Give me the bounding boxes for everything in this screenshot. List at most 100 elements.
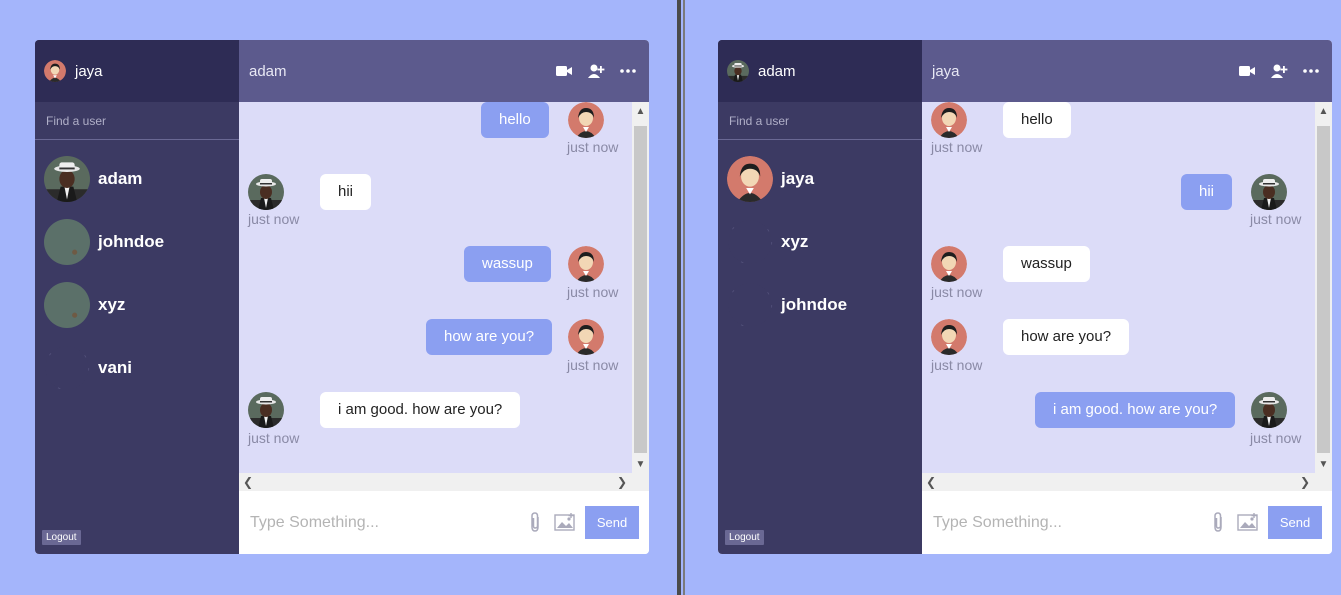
user-item-jaya[interactable]: jaya	[718, 147, 922, 210]
avatar	[568, 246, 604, 282]
chat-title: jaya	[932, 62, 960, 80]
image-icon[interactable]	[554, 512, 576, 532]
female-avatar-icon	[931, 246, 967, 282]
vertical-scrollbar[interactable]: ▲ ▼	[1315, 102, 1332, 473]
scroll-right-icon[interactable]: ❯	[617, 475, 627, 489]
message-input[interactable]	[250, 513, 510, 532]
male-hat-avatar-icon	[1251, 392, 1287, 428]
video-camera-icon[interactable]	[555, 62, 573, 80]
paperclip-icon[interactable]	[527, 511, 543, 533]
avatar	[44, 218, 90, 265]
vertical-scrollbar[interactable]: ▲ ▼	[632, 102, 649, 473]
message-bubble: hello	[1003, 102, 1071, 138]
blurry-photo-avatar-icon	[44, 218, 90, 265]
message-bubble: wassup	[464, 246, 551, 282]
user-name: xyz	[781, 231, 809, 251]
message-list[interactable]: hello just now just now hii wassup just …	[239, 102, 649, 473]
message-bubble: i am good. how are you?	[1035, 392, 1236, 428]
scroll-left-icon[interactable]: ❮	[926, 475, 936, 489]
female-avatar-icon	[931, 319, 967, 355]
male-hat-avatar-icon	[44, 155, 90, 202]
avatar	[727, 282, 773, 328]
message-input[interactable]	[933, 513, 1193, 532]
avatar	[931, 319, 967, 355]
find-user-input[interactable]	[46, 113, 226, 128]
send-button[interactable]: Send	[1268, 506, 1322, 539]
avatar	[727, 155, 773, 202]
avatar	[568, 102, 604, 138]
scrollbar-thumb[interactable]	[1317, 126, 1330, 453]
chat-header: adam	[239, 40, 649, 102]
chat-panel: adam hello just now just now hii wassup …	[239, 40, 649, 554]
female-avatar-icon	[931, 102, 967, 138]
user-list: adam johndoe xyz vani	[35, 140, 239, 399]
message-bubble: hii	[1181, 174, 1233, 210]
message-time: just now	[567, 357, 619, 373]
chat-window-adam: adam jaya xyz johndoe Logout jaya	[718, 40, 1332, 554]
current-user-name: adam	[758, 62, 796, 80]
more-options-icon[interactable]	[619, 62, 637, 80]
current-user-header: jaya	[35, 40, 239, 102]
add-user-icon[interactable]	[587, 62, 605, 80]
search-bar	[35, 102, 239, 140]
female-avatar-icon	[568, 246, 604, 282]
logout-button[interactable]: Logout	[42, 530, 81, 545]
paperclip-icon[interactable]	[1210, 511, 1226, 533]
empty-avatar-icon	[44, 345, 90, 390]
horizontal-scrollbar[interactable]: ❮ ❯	[239, 473, 649, 491]
message-time: just now	[1250, 430, 1302, 446]
user-item-johndoe[interactable]: johndoe	[35, 210, 239, 273]
user-name: jaya	[781, 168, 815, 188]
avatar	[727, 219, 773, 265]
scrollbar-thumb[interactable]	[634, 126, 647, 453]
message-time: just now	[248, 430, 300, 446]
more-options-icon[interactable]	[1302, 62, 1320, 80]
avatar	[1251, 174, 1287, 210]
avatar	[44, 281, 90, 328]
user-item-johndoe[interactable]: johndoe	[718, 273, 922, 336]
window-divider	[675, 0, 691, 595]
find-user-input[interactable]	[729, 113, 909, 128]
user-name: johndoe	[781, 294, 848, 314]
blurry-photo-avatar-icon	[44, 281, 90, 328]
scroll-up-icon[interactable]: ▲	[635, 106, 646, 117]
image-icon[interactable]	[1237, 512, 1259, 532]
message-composer: Send	[922, 491, 1332, 554]
scroll-up-icon[interactable]: ▲	[1318, 106, 1329, 117]
chat-panel: jaya just now hello hii just now just no…	[922, 40, 1332, 554]
header-actions	[1238, 62, 1320, 80]
scroll-down-icon[interactable]: ▼	[635, 459, 646, 470]
user-item-xyz[interactable]: xyz	[718, 210, 922, 273]
user-list: jaya xyz johndoe	[718, 140, 922, 336]
horizontal-scrollbar[interactable]: ❮ ❯	[922, 473, 1332, 491]
avatar	[727, 60, 749, 82]
video-camera-icon[interactable]	[1238, 62, 1256, 80]
send-button[interactable]: Send	[585, 506, 639, 539]
empty-avatar-icon	[727, 282, 773, 327]
chat-header: jaya	[922, 40, 1332, 102]
sidebar: jaya adam johndoe xyz vani Logout	[35, 40, 239, 554]
add-user-icon[interactable]	[1270, 62, 1288, 80]
chat-title: adam	[249, 62, 287, 80]
female-avatar-icon	[44, 60, 66, 82]
avatar	[248, 174, 284, 210]
user-item-xyz[interactable]: xyz	[35, 273, 239, 336]
message-time: just now	[1250, 211, 1302, 227]
scroll-right-icon[interactable]: ❯	[1300, 475, 1310, 489]
user-item-vani[interactable]: vani	[35, 336, 239, 399]
message-bubble: i am good. how are you?	[320, 392, 521, 428]
logout-button[interactable]: Logout	[725, 530, 764, 545]
avatar	[44, 60, 66, 82]
user-item-adam[interactable]: adam	[35, 147, 239, 210]
message-list[interactable]: just now hello hii just now just now was…	[922, 102, 1332, 473]
search-bar	[718, 102, 922, 140]
scroll-down-icon[interactable]: ▼	[1318, 459, 1329, 470]
sidebar: adam jaya xyz johndoe Logout	[718, 40, 922, 554]
header-actions	[555, 62, 637, 80]
empty-avatar-icon	[727, 219, 773, 264]
message-time: just now	[248, 211, 300, 227]
avatar	[44, 345, 90, 391]
message-bubble: hello	[481, 102, 549, 138]
message-time: just now	[931, 139, 983, 155]
scroll-left-icon[interactable]: ❮	[243, 475, 253, 489]
